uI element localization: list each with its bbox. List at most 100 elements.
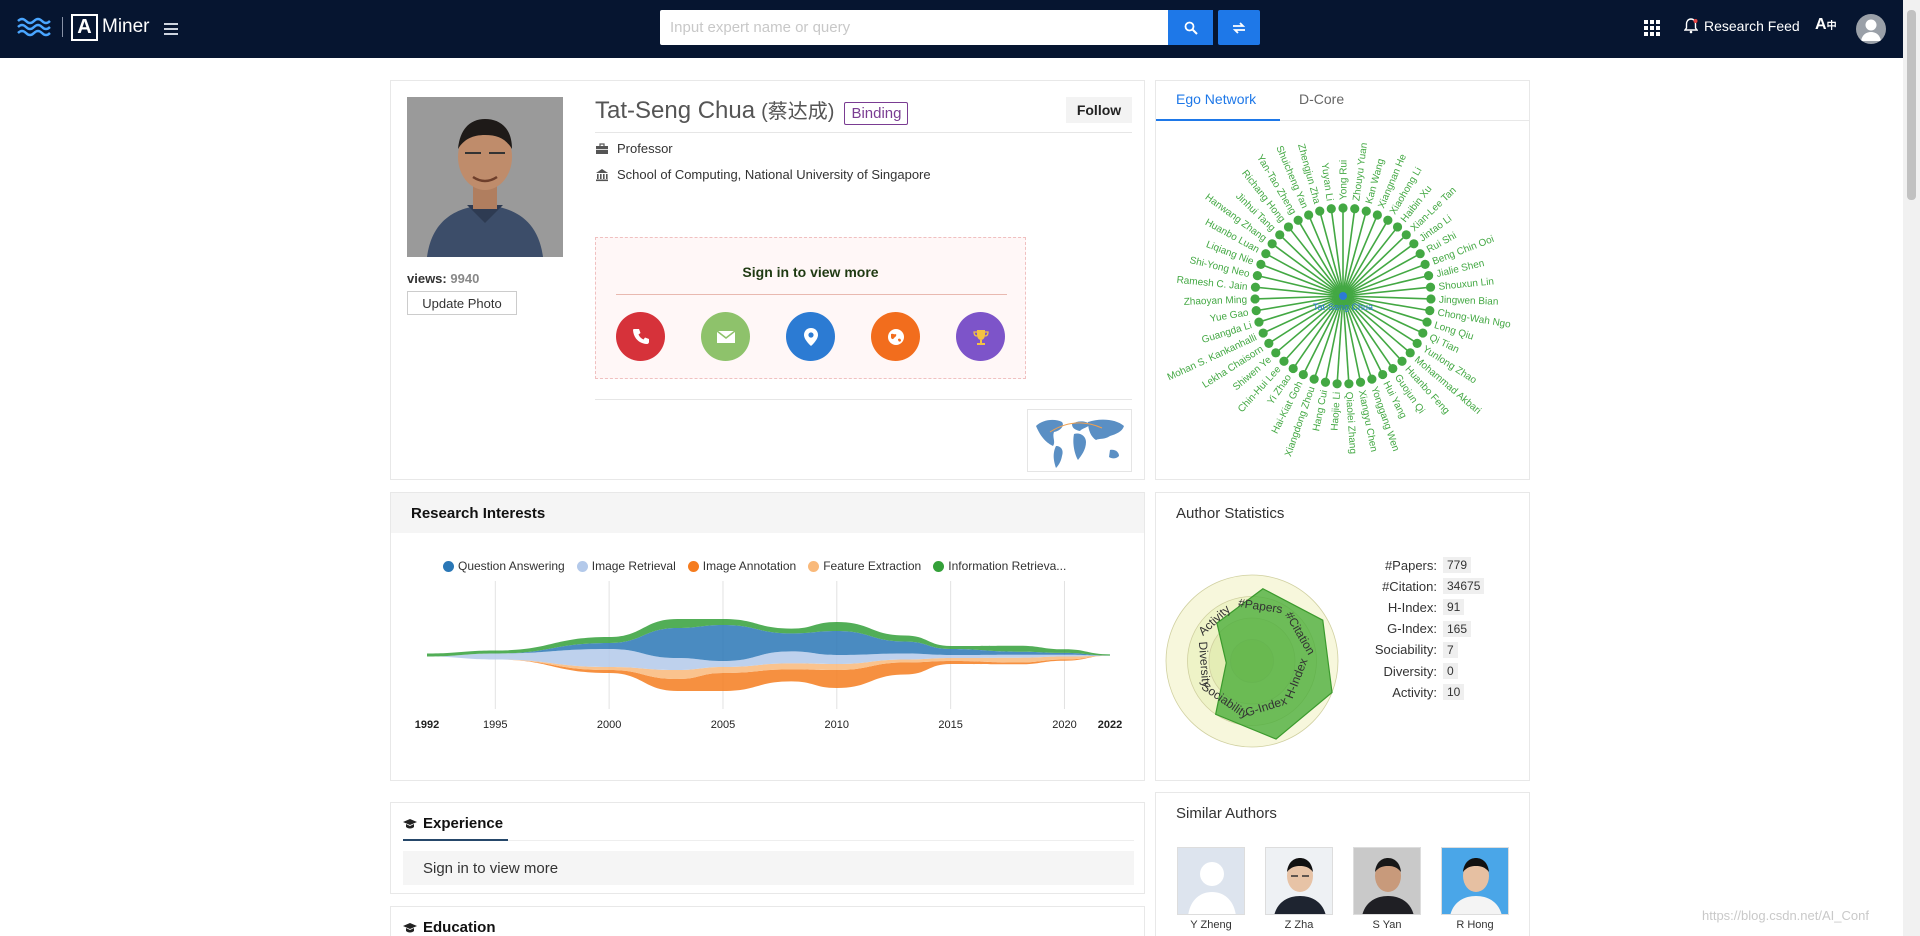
ego-node-label[interactable]: Ramesh C. Jain xyxy=(1176,275,1248,293)
follow-button[interactable]: Follow xyxy=(1066,97,1132,123)
ego-node[interactable] xyxy=(1258,328,1268,338)
tab-d-core[interactable]: D-Core xyxy=(1299,91,1344,107)
aminer-logo[interactable]: A Miner xyxy=(71,13,150,41)
search-input[interactable] xyxy=(660,10,1168,45)
ego-node-label[interactable]: Jingwen Bian xyxy=(1439,295,1499,308)
ego-node[interactable] xyxy=(1283,222,1294,232)
ego-node-label[interactable]: Zhaoyan Ming xyxy=(1184,295,1248,308)
ego-node[interactable] xyxy=(1392,222,1403,232)
location-button[interactable] xyxy=(786,312,835,361)
legend-item[interactable]: Information Retrieva... xyxy=(933,559,1066,573)
ego-node[interactable] xyxy=(1264,338,1274,348)
page-scrollbar[interactable] xyxy=(1903,0,1920,936)
ego-node[interactable] xyxy=(1425,306,1435,316)
ego-node[interactable] xyxy=(1388,363,1398,374)
ego-node[interactable] xyxy=(1332,379,1342,389)
similar-author-card[interactable]: Z Zha xyxy=(1264,847,1334,931)
ego-node[interactable] xyxy=(1420,259,1430,269)
ego-node[interactable] xyxy=(1412,338,1422,348)
vicvest-logo[interactable] xyxy=(14,12,54,42)
ego-node-label[interactable]: Shouxun Lin xyxy=(1438,276,1494,293)
ego-node[interactable] xyxy=(1251,306,1261,316)
ego-node[interactable] xyxy=(1378,369,1388,380)
binding-button[interactable]: Binding xyxy=(844,102,909,125)
legend-swatch xyxy=(576,560,588,572)
ego-node[interactable] xyxy=(1405,348,1415,358)
ego-node[interactable] xyxy=(1252,270,1262,281)
ego-tabs: Ego Network D-Core xyxy=(1156,81,1529,121)
ego-node[interactable] xyxy=(1250,294,1260,304)
tab-ego-network[interactable]: Ego Network xyxy=(1176,91,1256,107)
ego-node[interactable] xyxy=(1383,215,1393,225)
ego-node-label[interactable]: Haojie Li xyxy=(1329,391,1343,431)
legend-item[interactable]: Question Answering xyxy=(443,559,565,573)
ego-node[interactable] xyxy=(1409,239,1419,249)
switch-search-button[interactable] xyxy=(1218,10,1260,45)
similar-author-card[interactable]: S Yan xyxy=(1352,847,1422,931)
ego-node[interactable] xyxy=(1320,377,1331,387)
ego-node[interactable] xyxy=(1426,294,1436,304)
search-button[interactable] xyxy=(1168,10,1213,45)
ego-node[interactable] xyxy=(1350,204,1360,214)
legend-item[interactable]: Image Retrieval xyxy=(576,559,676,573)
ego-node[interactable] xyxy=(1279,356,1289,366)
ego-node[interactable] xyxy=(1415,249,1425,259)
apps-grid-icon[interactable] xyxy=(1644,20,1660,36)
year-tick-label: 2020 xyxy=(1052,719,1076,731)
update-photo-button[interactable]: Update Photo xyxy=(407,291,517,315)
ego-node[interactable] xyxy=(1422,317,1432,327)
ego-node[interactable] xyxy=(1293,215,1303,225)
experience-signin[interactable]: Sign in to view more xyxy=(403,851,1134,885)
phone-button[interactable] xyxy=(616,312,665,361)
similar-author-name: R Hong xyxy=(1456,919,1494,931)
ego-node[interactable] xyxy=(1425,282,1436,292)
ego-node[interactable] xyxy=(1355,377,1366,387)
ego-node[interactable] xyxy=(1401,230,1411,240)
similar-author-name: Y Zheng xyxy=(1190,919,1232,931)
similar-author-card[interactable]: Y Zheng xyxy=(1176,847,1246,931)
ego-node[interactable] xyxy=(1424,270,1434,281)
ego-node[interactable] xyxy=(1367,374,1377,384)
stat-row: Activity: 10 xyxy=(1336,684,1516,701)
legend-item[interactable]: Feature Extraction xyxy=(808,559,921,573)
ego-node[interactable] xyxy=(1338,203,1348,213)
author-radar-chart[interactable]: #Papers#CitationH-IndexG-IndexSociabilit… xyxy=(1164,563,1364,763)
ego-node[interactable] xyxy=(1326,204,1336,214)
ego-node[interactable] xyxy=(1267,239,1277,249)
stat-label: Diversity: xyxy=(1383,663,1437,679)
ego-node[interactable] xyxy=(1275,230,1285,240)
legend-item[interactable]: Image Annotation xyxy=(687,559,796,573)
ego-network-graph[interactable]: Yong Rui Zhouyu YuanKan WangXiangnan HeXi… xyxy=(1156,122,1531,480)
stat-row: #Citation: 34675 xyxy=(1336,578,1516,595)
user-avatar[interactable] xyxy=(1856,14,1886,44)
email-button[interactable] xyxy=(701,312,750,361)
ego-node[interactable] xyxy=(1315,206,1325,216)
ego-node[interactable] xyxy=(1372,210,1382,220)
similar-author-card[interactable]: R Hong xyxy=(1440,847,1510,931)
ego-node-label[interactable]: Qiaolei Zhang xyxy=(1343,391,1358,454)
homepage-button[interactable] xyxy=(871,312,920,361)
ego-node[interactable] xyxy=(1418,328,1428,338)
world-map-thumbnail[interactable] xyxy=(1027,409,1132,472)
ego-center-node[interactable] xyxy=(1339,292,1347,300)
scrollbar-thumb[interactable] xyxy=(1907,10,1916,200)
awards-button[interactable] xyxy=(956,312,1005,361)
ego-node[interactable] xyxy=(1298,369,1308,380)
ego-node[interactable] xyxy=(1344,379,1354,389)
ego-node[interactable] xyxy=(1254,317,1264,327)
menu-icon[interactable] xyxy=(164,23,178,35)
ego-node[interactable] xyxy=(1397,356,1407,366)
research-feed-link[interactable]: Research Feed xyxy=(1684,18,1800,34)
ego-node-label[interactable]: Yong Rui xyxy=(1339,160,1350,200)
signin-prompt[interactable]: Sign in to view more xyxy=(596,264,1025,280)
ego-node[interactable] xyxy=(1250,282,1261,292)
ego-node[interactable] xyxy=(1288,363,1298,374)
research-interests-streamgraph[interactable]: 1992 1995 2000 2005 2010 2015 2020 2022 xyxy=(391,577,1146,777)
ego-node[interactable] xyxy=(1271,348,1281,358)
ego-node[interactable] xyxy=(1304,210,1314,220)
language-icon[interactable]: A中 xyxy=(1815,16,1837,34)
ego-node[interactable] xyxy=(1261,249,1271,259)
ego-node[interactable] xyxy=(1361,206,1371,216)
ego-node[interactable] xyxy=(1256,259,1266,269)
ego-node[interactable] xyxy=(1309,374,1319,384)
